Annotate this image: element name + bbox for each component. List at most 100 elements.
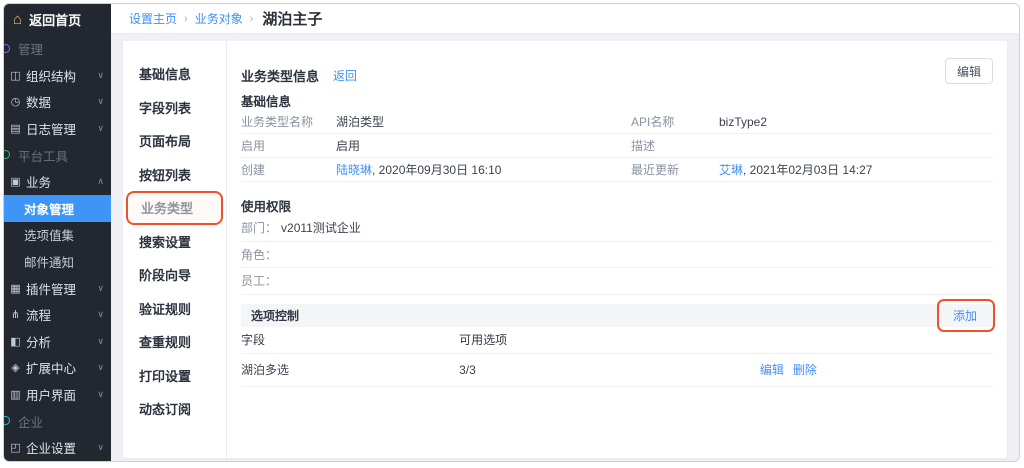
- sidebar-home-button[interactable]: ⌂ 返回首页: [4, 4, 111, 36]
- sidebar-item-business[interactable]: ▣ 业务 ∧: [4, 168, 111, 195]
- updater-user-link[interactable]: 艾琳: [719, 163, 743, 177]
- sidebar-item-org-structure[interactable]: ◫ 组织结构 ∨: [4, 62, 111, 89]
- sidebar-item-user-interface[interactable]: ▥ 用户界面 ∨: [4, 381, 111, 408]
- chevron-down-icon: ∨: [97, 96, 104, 107]
- column-header-field: 字段: [241, 331, 459, 348]
- log-list-icon: ▤: [9, 122, 22, 135]
- option-table-row: 湖泊多选 3/3 编辑 删除: [241, 354, 993, 387]
- purple-ring-icon: [4, 44, 10, 53]
- sidebar-item-analytics[interactable]: ◧ 分析 ∨: [4, 328, 111, 355]
- field-label: 最近更新: [631, 161, 719, 178]
- row-delete-link[interactable]: 删除: [793, 361, 817, 378]
- field-label: API名称: [631, 113, 719, 130]
- edit-button[interactable]: 编辑: [945, 58, 993, 84]
- extension-icon: ◈: [9, 361, 22, 374]
- sidebar-item-label: 分析: [26, 332, 51, 351]
- sidebar-item-platform-tools[interactable]: 平台工具: [4, 142, 111, 169]
- sidebar-item-log-manage[interactable]: ▤ 日志管理 ∨: [4, 115, 111, 142]
- chevron-down-icon: ∨: [97, 389, 104, 400]
- content-card: 基础信息 字段列表 页面布局 按钮列表 业务类型 搜索设置 阶段向导 验证规则 …: [123, 41, 1007, 458]
- sidebar-item-label: 业务: [26, 172, 51, 191]
- chevron-down-icon: ∨: [97, 442, 104, 453]
- submenu-item-dedupe-rules[interactable]: 查重规则: [123, 325, 226, 359]
- detail-title-row: 业务类型信息 返回: [241, 41, 993, 88]
- option-available-count: 3/3: [459, 363, 760, 377]
- sidebar-item-label: 日志管理: [26, 119, 76, 138]
- business-type-detail: 业务类型信息 返回 编辑 基础信息 业务类型名称 湖泊类型 API名称 bizT…: [227, 41, 1007, 458]
- option-control-heading: 选项控制: [251, 307, 299, 324]
- submenu-item-validation-rules[interactable]: 验证规则: [123, 292, 226, 326]
- clock-icon: ◷: [9, 95, 22, 108]
- chevron-down-icon: ∨: [97, 283, 104, 294]
- sidebar-item-label: 数据: [26, 92, 51, 111]
- app-window: ⌂ 返回首页 管理 ◫ 组织结构 ∨ ◷ 数据 ∨ ▤ 日志管理 ∨: [3, 3, 1020, 462]
- field-value: 艾琳, 2021年02月03日 14:27: [719, 161, 993, 178]
- submenu-item-print-settings[interactable]: 打印设置: [123, 359, 226, 393]
- back-link[interactable]: 返回: [333, 67, 357, 84]
- sidebar-item-label: 企业设置: [26, 438, 76, 457]
- submenu-item-dynamic-subscribe[interactable]: 动态订阅: [123, 392, 226, 426]
- submenu-item-search-settings[interactable]: 搜索设置: [123, 225, 226, 259]
- sidebar-item-label: 企业: [18, 412, 43, 431]
- field-label: 创建: [241, 161, 336, 178]
- sidebar-subitem-label: 邮件通知: [24, 252, 74, 271]
- permission-row-department: 部门： v2011测试企业: [241, 215, 993, 242]
- field-label: 部门：: [241, 219, 277, 236]
- submenu-item-business-type-highlighted[interactable]: 业务类型: [126, 191, 223, 225]
- sidebar-item-manage[interactable]: 管理: [4, 36, 111, 63]
- submenu-item-stage-wizard[interactable]: 阶段向导: [123, 258, 226, 292]
- sidebar-item-extension-center[interactable]: ◈ 扩展中心 ∨: [4, 355, 111, 382]
- basic-info-heading: 基础信息: [241, 88, 993, 110]
- field-value: 湖泊类型: [336, 113, 631, 130]
- sidebar-item-label: 用户界面: [26, 385, 76, 404]
- field-label: 启用: [241, 137, 336, 154]
- breadcrumb-link-business-object[interactable]: 业务对象: [195, 10, 243, 27]
- settings-submenu: 基础信息 字段列表 页面布局 按钮列表 业务类型 搜索设置 阶段向导 验证规则 …: [123, 41, 227, 458]
- option-control-bar: 选项控制 添加: [241, 304, 993, 327]
- field-label: 描述: [631, 137, 719, 154]
- sidebar-item-enterprise-settings[interactable]: ◰ 企业设置 ∨: [4, 434, 111, 461]
- submenu-item-basic-info[interactable]: 基础信息: [123, 57, 226, 91]
- org-structure-icon: ◫: [9, 69, 22, 82]
- sidebar-subitem-object-manage[interactable]: 对象管理: [4, 195, 111, 222]
- sidebar-subitem-option-sets[interactable]: 选项值集: [4, 222, 111, 249]
- basic-info-row: 启用 启用 描述: [241, 134, 993, 158]
- chevron-down-icon: ∨: [97, 70, 104, 81]
- sidebar-item-label: 组织结构: [26, 66, 76, 85]
- sidebar-item-enterprise[interactable]: 企业: [4, 408, 111, 435]
- chevron-down-icon: ∨: [97, 123, 104, 134]
- sidebar-item-label: 流程: [26, 305, 51, 324]
- sidebar-item-label: 管理: [18, 39, 43, 58]
- field-label: 员工：: [241, 272, 277, 289]
- sidebar-item-plugin-manage[interactable]: ▦ 插件管理 ∨: [4, 275, 111, 302]
- workflow-icon: ⋔: [9, 308, 22, 321]
- basic-info-row: 创建 陆晓琳, 2020年09月30日 16:10 最近更新 艾琳, 2021年…: [241, 158, 993, 182]
- chevron-down-icon: ∨: [97, 309, 104, 320]
- plugin-grid-icon: ▦: [9, 282, 22, 295]
- page-body: 基础信息 字段列表 页面布局 按钮列表 业务类型 搜索设置 阶段向导 验证规则 …: [111, 34, 1019, 461]
- breadcrumb: 设置主页 › 业务对象 › 湖泊主子: [111, 4, 1019, 34]
- permission-row-employee: 员工：: [241, 268, 993, 295]
- field-value: bizType2: [719, 115, 993, 129]
- sidebar-subitem-mail-notify[interactable]: 邮件通知: [4, 248, 111, 275]
- field-label: 角色：: [241, 246, 277, 263]
- field-label: 业务类型名称: [241, 113, 336, 130]
- sidebar-item-workflow[interactable]: ⋔ 流程 ∨: [4, 301, 111, 328]
- column-header-available-options: 可用选项: [459, 331, 760, 348]
- creator-user-link[interactable]: 陆晓琳: [336, 163, 372, 177]
- breadcrumb-link-settings-home[interactable]: 设置主页: [129, 10, 177, 27]
- cyan-ring-icon: [4, 416, 10, 425]
- submenu-item-page-layout[interactable]: 页面布局: [123, 124, 226, 158]
- ui-grid-icon: ▥: [9, 388, 22, 401]
- submenu-item-button-list[interactable]: 按钮列表: [123, 158, 226, 192]
- sidebar-item-data[interactable]: ◷ 数据 ∨: [4, 89, 111, 116]
- chevron-down-icon: ∨: [97, 336, 104, 347]
- option-field-name: 湖泊多选: [241, 361, 459, 378]
- breadcrumb-separator: ›: [250, 13, 254, 25]
- field-value: v2011测试企业: [281, 219, 361, 236]
- submenu-item-field-list[interactable]: 字段列表: [123, 91, 226, 125]
- sidebar-nav: 管理 ◫ 组织结构 ∨ ◷ 数据 ∨ ▤ 日志管理 ∨ 平台工具: [4, 36, 111, 462]
- add-link[interactable]: 添加: [953, 307, 977, 324]
- permission-row-role: 角色：: [241, 242, 993, 269]
- row-edit-link[interactable]: 编辑: [760, 361, 784, 378]
